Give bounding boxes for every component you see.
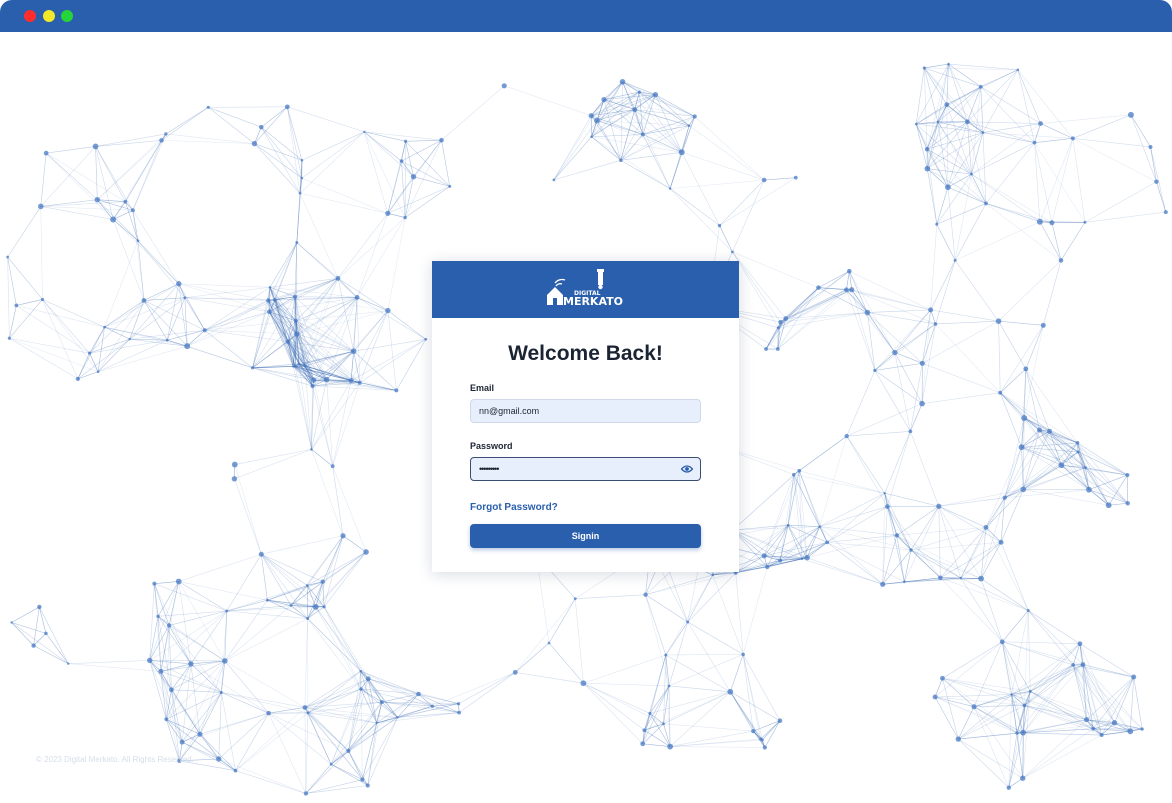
card-header: DIGITAL MERKATO bbox=[432, 261, 739, 318]
password-value: ••••••••• bbox=[479, 464, 499, 474]
app-window: © 2023 Digital Merkato. All Rights Reser… bbox=[0, 0, 1172, 803]
login-card: DIGITAL MERKATO Welcome Back! Email nn@g… bbox=[432, 261, 739, 572]
welcome-title: Welcome Back! bbox=[508, 342, 663, 365]
svg-text:MERKATO: MERKATO bbox=[563, 295, 623, 308]
minimize-window-button[interactable] bbox=[43, 10, 55, 22]
copyright-text: © 2023 Digital Merkato. All Rights Reser… bbox=[36, 755, 194, 764]
email-value: nn@gmail.com bbox=[479, 406, 540, 416]
signin-button[interactable]: Signin bbox=[470, 524, 701, 548]
password-field[interactable]: ••••••••• bbox=[470, 457, 701, 481]
title-bar bbox=[0, 0, 1172, 32]
digital-merkato-logo: DIGITAL MERKATO bbox=[546, 268, 623, 308]
eye-icon[interactable] bbox=[681, 464, 693, 474]
close-window-button[interactable] bbox=[24, 10, 36, 22]
email-field[interactable]: nn@gmail.com bbox=[470, 399, 701, 423]
forgot-password-link[interactable]: Forgot Password? bbox=[470, 502, 558, 513]
maximize-window-button[interactable] bbox=[61, 10, 73, 22]
password-label: Password bbox=[470, 441, 513, 451]
email-label: Email bbox=[470, 383, 495, 393]
